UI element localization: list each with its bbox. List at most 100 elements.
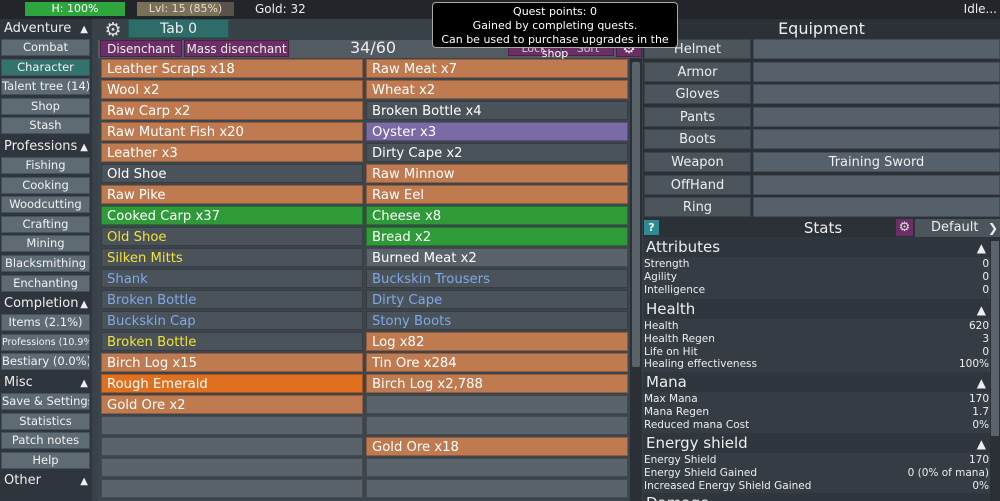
inventory-item-buckskin-trousers[interactable]: Buckskin Trousers bbox=[366, 269, 628, 288]
inventory-item-oyster-x3[interactable]: Oyster x3 bbox=[366, 122, 628, 141]
inventory-item-broken-bottle-x4[interactable]: Broken Bottle x4 bbox=[366, 101, 628, 120]
sidebar-item-items-2-1[interactable]: Items (2.1%) bbox=[1, 314, 90, 332]
stat-row-increased-energy-shield-gained: Increased Energy Shield Gained 0% bbox=[644, 480, 990, 493]
inventory-item-birch-log-x2-788[interactable]: Birch Log x2,788 bbox=[366, 374, 628, 393]
inventory-item-raw-carp-x2[interactable]: Raw Carp x2 bbox=[101, 101, 363, 120]
inventory-item-gold-ore-x18[interactable]: Gold Ore x18 bbox=[366, 437, 628, 456]
inventory-item-gold-ore-x2[interactable]: Gold Ore x2 bbox=[101, 395, 363, 414]
sidebar-item-save-settings[interactable]: Save & Settings bbox=[1, 392, 90, 410]
stats-group-energy-shield[interactable]: Energy shield ▲ bbox=[643, 433, 990, 453]
inventory-slot-empty[interactable] bbox=[366, 458, 628, 477]
stat-name: Reduced mana Cost bbox=[644, 418, 750, 431]
stat-row-agility: Agility 0 bbox=[644, 271, 990, 284]
inventory-item-bread-x2[interactable]: Bread x2 bbox=[366, 227, 628, 246]
inventory-slot-empty[interactable] bbox=[101, 479, 363, 498]
mass-disenchant-button[interactable]: Mass disenchant bbox=[184, 40, 289, 57]
sidebar-item-help[interactable]: Help bbox=[1, 451, 90, 469]
inventory-slot-empty[interactable] bbox=[366, 479, 628, 498]
section-professions[interactable]: Professions ▲ bbox=[0, 137, 92, 157]
inventory-item-cooked-carp-x37[interactable]: Cooked Carp x37 bbox=[101, 206, 363, 225]
inventory-item-raw-eel[interactable]: Raw Eel bbox=[366, 185, 628, 204]
inventory-item-burned-meat-x2[interactable]: Burned Meat x2 bbox=[366, 248, 628, 267]
inventory-item-broken-bottle[interactable]: Broken Bottle bbox=[101, 290, 363, 309]
sidebar-item-character[interactable]: Character bbox=[1, 58, 90, 76]
inventory-item-raw-mutant-fish-x20[interactable]: Raw Mutant Fish x20 bbox=[101, 122, 363, 141]
inventory-slot-empty[interactable] bbox=[101, 437, 363, 456]
section-misc[interactable]: Misc ▲ bbox=[0, 373, 92, 393]
equipment-slot-weapon[interactable]: Training Sword bbox=[753, 152, 1000, 172]
sidebar-item-shop[interactable]: Shop bbox=[1, 97, 90, 115]
stats-preset-select[interactable]: Default ❯ bbox=[915, 219, 1000, 237]
inventory-item-dirty-cape-x2[interactable]: Dirty Cape x2 bbox=[366, 143, 628, 162]
section-adventure[interactable]: Adventure ▲ bbox=[0, 19, 92, 39]
sidebar-item-stash[interactable]: Stash bbox=[1, 117, 90, 135]
sidebar-item-professions-10-9[interactable]: Professions (10.9%) bbox=[1, 333, 90, 351]
sidebar-item-talent-tree-14[interactable]: Talent tree (14) bbox=[1, 78, 90, 96]
equipment-slot-gloves[interactable] bbox=[753, 84, 1000, 105]
tooltip-line-2: Gained by completing quests. bbox=[472, 19, 638, 32]
stats-settings-gear-icon[interactable]: ⚙ bbox=[896, 219, 913, 236]
sidebar-item-cooking[interactable]: Cooking bbox=[1, 176, 90, 194]
stats-group-health[interactable]: Health ▲ bbox=[643, 299, 990, 319]
inventory-item-old-shoe[interactable]: Old Shoe bbox=[101, 164, 363, 183]
stat-row-max-mana: Max Mana 170 bbox=[644, 393, 990, 406]
equipment-slot-helmet[interactable] bbox=[753, 39, 1000, 59]
inventory-item-broken-bottle[interactable]: Broken Bottle bbox=[101, 332, 363, 351]
inventory-item-dirty-cape[interactable]: Dirty Cape bbox=[366, 290, 628, 309]
sidebar-item-woodcutting[interactable]: Woodcutting bbox=[1, 196, 90, 214]
equipment-label-armor: Armor bbox=[644, 61, 751, 82]
sidebar-item-bestiary-0-0[interactable]: Bestiary (0.0%) bbox=[1, 353, 90, 371]
inventory-item-raw-meat-x7[interactable]: Raw Meat x7 bbox=[366, 59, 628, 78]
equipment-slot-pants[interactable] bbox=[753, 106, 1000, 127]
tab-0[interactable]: Tab 0 bbox=[128, 19, 229, 38]
section-other[interactable]: Other ▲ bbox=[0, 471, 92, 491]
inventory-item-log-x82[interactable]: Log x82 bbox=[366, 332, 628, 351]
equipment-label-pants: Pants bbox=[644, 106, 751, 127]
stats-group-attributes[interactable]: Attributes ▲ bbox=[643, 237, 990, 257]
inventory-item-rough-emerald[interactable]: Rough Emerald bbox=[101, 374, 363, 393]
section-completion[interactable]: Completion ▲ bbox=[0, 294, 92, 314]
equipment-slot-armor[interactable] bbox=[753, 61, 1000, 82]
stats-group-damage[interactable]: Damage bbox=[643, 493, 990, 501]
inventory-item-cheese-x8[interactable]: Cheese x8 bbox=[366, 206, 628, 225]
stats-group-mana[interactable]: Mana ▲ bbox=[643, 372, 990, 392]
sidebar-item-enchanting[interactable]: Enchanting bbox=[1, 274, 90, 292]
inventory-item-shank[interactable]: Shank bbox=[101, 269, 363, 288]
equipment-slot-ring[interactable] bbox=[753, 197, 1000, 218]
inventory-slot-empty[interactable] bbox=[101, 416, 363, 435]
chevron-up-icon: ▲ bbox=[976, 437, 986, 451]
inventory-settings-gear-icon[interactable]: ⚙ bbox=[101, 20, 125, 40]
sidebar-item-blacksmithing[interactable]: Blacksmithing bbox=[1, 254, 90, 272]
sidebar-item-combat[interactable]: Combat bbox=[1, 39, 90, 56]
sidebar-item-fishing[interactable]: Fishing bbox=[1, 156, 90, 174]
sidebar-item-patch-notes[interactable]: Patch notes bbox=[1, 432, 90, 450]
stats-scrollbar-thumb[interactable] bbox=[991, 241, 999, 436]
inventory-item-tin-ore-x284[interactable]: Tin Ore x284 bbox=[366, 353, 628, 372]
inventory-slot-empty[interactable] bbox=[101, 458, 363, 477]
inventory-slot-empty[interactable] bbox=[366, 416, 628, 435]
inventory-item-buckskin-cap[interactable]: Buckskin Cap bbox=[101, 311, 363, 330]
inventory-item-raw-pike[interactable]: Raw Pike bbox=[101, 185, 363, 204]
inventory-item-silken-mitts[interactable]: Silken Mitts bbox=[101, 248, 363, 267]
stat-name: Energy Shield bbox=[644, 454, 717, 466]
inventory-item-stony-boots[interactable]: Stony Boots bbox=[366, 311, 628, 330]
sidebar-item-mining[interactable]: Mining bbox=[1, 235, 90, 253]
inventory-item-wool-x2[interactable]: Wool x2 bbox=[101, 80, 363, 99]
help-icon[interactable]: ? bbox=[644, 220, 659, 235]
inventory-slot-empty[interactable] bbox=[366, 395, 628, 414]
sidebar-item-statistics[interactable]: Statistics bbox=[1, 412, 90, 430]
sidebar-item-crafting[interactable]: Crafting bbox=[1, 215, 90, 233]
level-text: Lvl: 15 (85%) bbox=[148, 2, 223, 15]
inventory-item-old-shoe[interactable]: Old Shoe bbox=[101, 227, 363, 246]
inventory-item-raw-minnow[interactable]: Raw Minnow bbox=[366, 164, 628, 183]
equipment-slot-boots[interactable] bbox=[753, 129, 1000, 150]
inventory-item-wheat-x2[interactable]: Wheat x2 bbox=[366, 80, 628, 99]
stat-name: Intelligence bbox=[644, 283, 706, 296]
inventory-item-leather-scraps-x18[interactable]: Leather Scraps x18 bbox=[101, 59, 363, 78]
inventory-scrollbar-thumb[interactable] bbox=[632, 62, 640, 367]
inventory-item-leather-x3[interactable]: Leather x3 bbox=[101, 143, 363, 162]
inventory-count: 34/60 bbox=[350, 38, 397, 57]
equipment-slot-offhand[interactable] bbox=[753, 174, 1000, 195]
inventory-item-birch-log-x15[interactable]: Birch Log x15 bbox=[101, 353, 363, 372]
disenchant-button[interactable]: Disenchant bbox=[100, 40, 182, 57]
